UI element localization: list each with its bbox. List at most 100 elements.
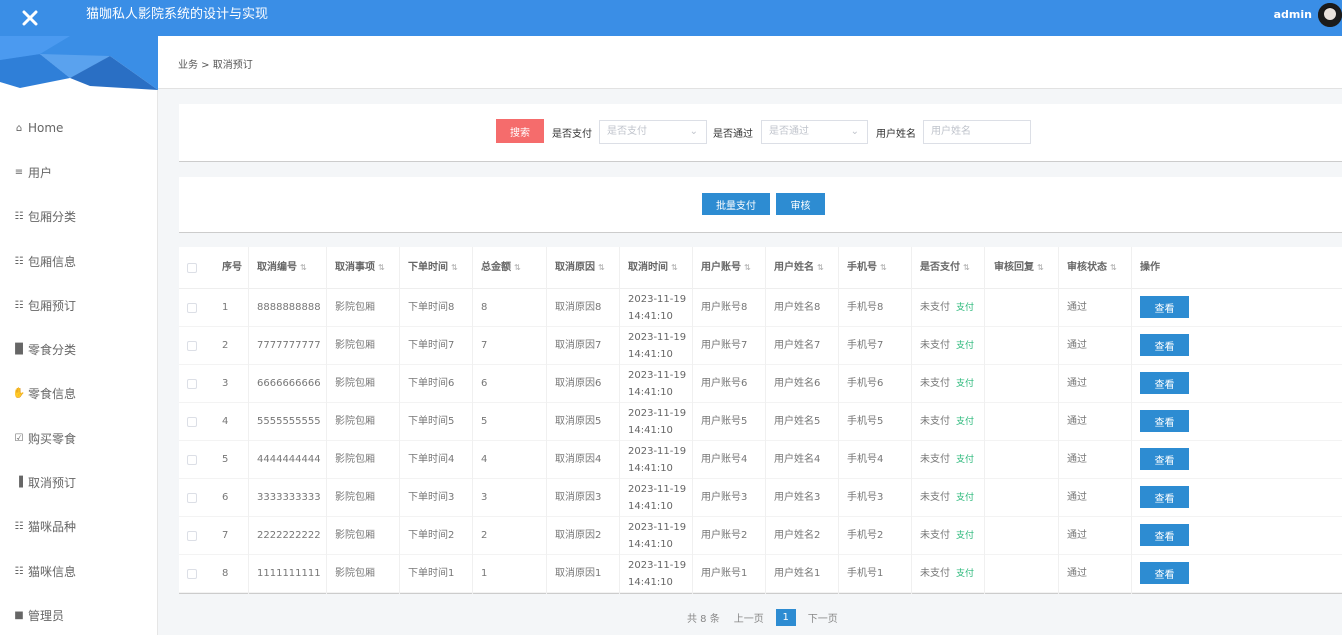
pay-link[interactable]: 支付 xyxy=(956,455,974,465)
column-header[interactable]: 总金额 ⇅ xyxy=(481,247,521,289)
column-header[interactable]: 取消编号 ⇅ xyxy=(257,247,307,289)
sidebar-item-label: 取消预订 xyxy=(28,476,77,491)
breadcrumb-bar: 业务 > 取消预订 xyxy=(158,36,1342,89)
search-button[interactable]: 搜索 xyxy=(496,119,544,143)
row-checkbox[interactable] xyxy=(187,341,197,351)
column-header[interactable]: 审核回复 ⇅ xyxy=(994,247,1044,289)
select-all-checkbox[interactable] xyxy=(187,263,197,273)
view-button[interactable]: 查看 xyxy=(1140,486,1189,508)
sort-icon[interactable]: ⇅ xyxy=(378,263,385,272)
paid-status: 未支付 xyxy=(920,416,950,427)
sort-icon[interactable]: ⇅ xyxy=(963,263,970,272)
page-1-button[interactable]: 1 xyxy=(775,608,796,626)
row-checkbox[interactable] xyxy=(187,417,197,427)
pay-link[interactable]: 支付 xyxy=(956,303,974,313)
sort-icon[interactable]: ⇅ xyxy=(1037,263,1044,272)
pay-link[interactable]: 支付 xyxy=(956,417,974,427)
column-header[interactable]: 审核状态 ⇅ xyxy=(1067,247,1117,289)
cell-index: 7 xyxy=(222,530,229,541)
pay-link[interactable]: 支付 xyxy=(956,569,974,579)
column-divider xyxy=(984,247,985,594)
avatar[interactable] xyxy=(1318,3,1342,27)
username-input[interactable]: 用户姓名 xyxy=(923,120,1031,144)
pay-link[interactable]: 支付 xyxy=(956,531,974,541)
sidebar-item-10[interactable]: ☷ 猫咪信息 xyxy=(0,549,157,593)
column-header-label: 用户账号 xyxy=(701,262,741,273)
pay-link[interactable]: 支付 xyxy=(956,341,974,351)
cell-status: 通过 xyxy=(1067,492,1087,503)
sidebar-item-1[interactable]: ≡ 用户 xyxy=(0,150,157,194)
close-menu-button[interactable] xyxy=(0,0,60,36)
next-page-button[interactable]: 下一页 xyxy=(808,610,838,625)
batch-pay-button[interactable]: 批量支付 xyxy=(702,193,770,215)
cell-order-time: 下单时间6 xyxy=(408,378,455,389)
sidebar-item-9[interactable]: ☷ 猫咪品种 xyxy=(0,505,157,549)
row-checkbox[interactable] xyxy=(187,531,197,541)
breadcrumb: 业务 > 取消预订 xyxy=(178,60,253,71)
sort-icon[interactable]: ⇅ xyxy=(817,263,824,272)
cell-order-time: 下单时间4 xyxy=(408,454,455,465)
row-checkbox[interactable] xyxy=(187,303,197,313)
cell-amount: 6 xyxy=(481,378,488,389)
sort-icon[interactable]: ⇅ xyxy=(744,263,751,272)
paid-filter-select[interactable]: 是否支付 ⌄ xyxy=(599,120,707,144)
chevron-down-icon: ⌄ xyxy=(689,126,698,137)
cell-name: 用户姓名3 xyxy=(774,492,821,503)
view-button[interactable]: 查看 xyxy=(1140,410,1189,432)
cell-cancel-no: 3333333333 xyxy=(257,492,321,503)
sort-icon[interactable]: ⇅ xyxy=(880,263,887,272)
column-header[interactable]: 用户姓名 ⇅ xyxy=(774,247,824,289)
column-header[interactable]: 手机号 ⇅ xyxy=(847,247,887,289)
sort-icon[interactable]: ⇅ xyxy=(598,263,605,272)
sidebar-item-8[interactable]: ▐ 取消预订 xyxy=(0,460,157,504)
cell-index: 3 xyxy=(222,378,229,389)
prev-page-button[interactable]: 上一页 xyxy=(734,610,764,625)
current-user-name[interactable]: admin xyxy=(1274,0,1312,30)
column-header[interactable]: 是否支付 ⇅ xyxy=(920,247,970,289)
sidebar-item-11[interactable]: ■ 管理员 xyxy=(0,593,157,635)
cell-amount: 1 xyxy=(481,568,488,579)
cancel-date: 2023-11-19 xyxy=(628,446,687,457)
view-button[interactable]: 查看 xyxy=(1140,372,1189,394)
cell-index: 2 xyxy=(222,340,229,351)
cell-cancel-time: 2023-11-19 14:41:10 xyxy=(628,517,686,555)
sidebar-item-3[interactable]: ☷ 包厢信息 xyxy=(0,239,157,283)
sidebar-item-6[interactable]: ✋ 零食信息 xyxy=(0,372,157,416)
view-button[interactable]: 查看 xyxy=(1140,448,1189,470)
row-checkbox[interactable] xyxy=(187,569,197,579)
top-bar: 猫咖私人影院系统的设计与实现 admin xyxy=(0,0,1342,36)
column-header[interactable]: 取消原因 ⇅ xyxy=(555,247,605,289)
view-button[interactable]: 查看 xyxy=(1140,562,1189,584)
column-divider xyxy=(1058,247,1059,594)
view-button[interactable]: 查看 xyxy=(1140,524,1189,546)
view-button[interactable]: 查看 xyxy=(1140,296,1189,318)
sort-icon[interactable]: ⇅ xyxy=(671,263,678,272)
cell-order-time: 下单时间2 xyxy=(408,530,455,541)
sidebar-item-0[interactable]: ⌂ Home xyxy=(0,106,157,150)
review-button[interactable]: 审核 xyxy=(776,193,825,215)
sort-icon[interactable]: ⇅ xyxy=(451,263,458,272)
sidebar-item-4[interactable]: ☷ 包厢预订 xyxy=(0,283,157,327)
row-checkbox[interactable] xyxy=(187,493,197,503)
approved-filter-select[interactable]: 是否通过 ⌄ xyxy=(761,120,868,144)
cancel-clock: 14:41:10 xyxy=(628,463,673,474)
sort-icon[interactable]: ⇅ xyxy=(514,263,521,272)
sort-icon[interactable]: ⇅ xyxy=(1110,263,1117,272)
sort-icon[interactable]: ⇅ xyxy=(300,263,307,272)
row-checkbox[interactable] xyxy=(187,379,197,389)
sidebar-item-label: 零食分类 xyxy=(28,343,77,358)
cell-paid: 未支付 支付 xyxy=(920,365,974,403)
view-button[interactable]: 查看 xyxy=(1140,334,1189,356)
pay-link[interactable]: 支付 xyxy=(956,493,974,503)
column-header[interactable]: 取消时间 ⇅ xyxy=(628,247,678,289)
sidebar-item-2[interactable]: ☷ 包厢分类 xyxy=(0,195,157,239)
cell-item: 影院包厢 xyxy=(335,416,375,427)
pay-link[interactable]: 支付 xyxy=(956,379,974,389)
column-header[interactable]: 下单时间 ⇅ xyxy=(408,247,458,289)
sidebar-item-7[interactable]: ☑ 购买零食 xyxy=(0,416,157,460)
column-header[interactable]: 取消事项 ⇅ xyxy=(335,247,385,289)
row-checkbox[interactable] xyxy=(187,455,197,465)
column-header[interactable]: 用户账号 ⇅ xyxy=(701,247,751,289)
cell-status: 通过 xyxy=(1067,302,1087,313)
sidebar-item-5[interactable]: █ 零食分类 xyxy=(0,327,157,371)
